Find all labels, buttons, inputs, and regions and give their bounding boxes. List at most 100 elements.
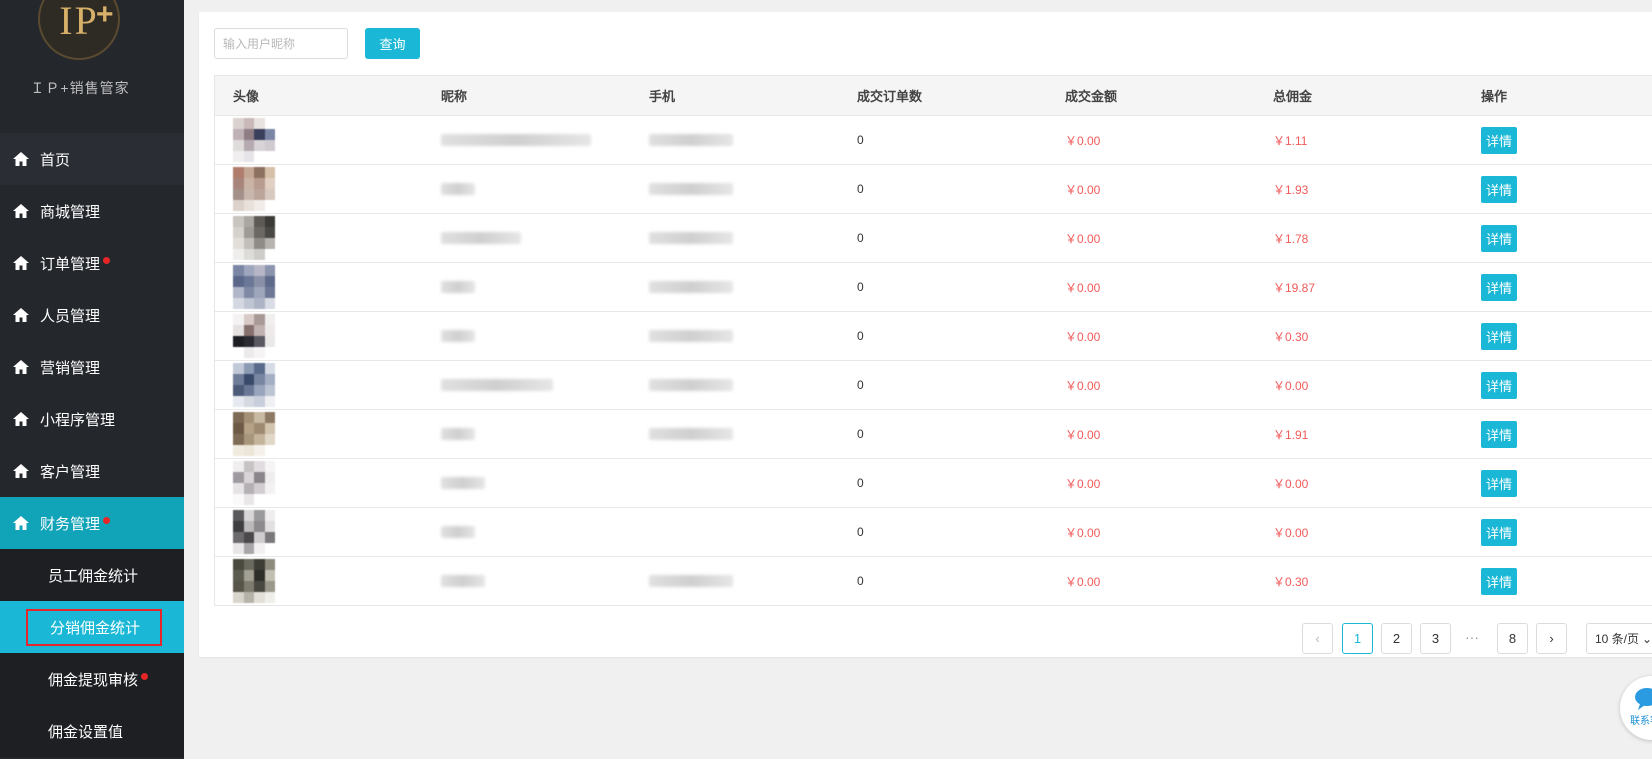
submenu-item-1[interactable]: 分销佣金统计 [0, 601, 184, 653]
detail-button[interactable]: 详情 [1481, 322, 1518, 350]
home-icon [12, 306, 30, 324]
avatar-cell [215, 214, 423, 262]
obscured-nickname [441, 281, 475, 293]
detail-button[interactable]: 详情 [1481, 420, 1518, 448]
customer-service-button[interactable]: 联系客服 [1620, 676, 1652, 740]
phone-cell [631, 312, 839, 360]
submenu-item-0[interactable]: 员工佣金统计 [0, 549, 184, 601]
home-icon [12, 358, 30, 376]
page-size-label: 10 条/页 [1595, 632, 1640, 646]
prev-page-button[interactable]: ‹ [1302, 623, 1333, 654]
avatar [233, 461, 275, 505]
page-button-2[interactable]: 2 [1381, 623, 1412, 654]
notification-dot [103, 256, 111, 264]
avatar-cell [215, 165, 423, 213]
submenu-item-3[interactable]: 佣金设置值 [0, 705, 184, 757]
amount-cell: ￥0.00 [1065, 525, 1101, 540]
orders-cell: 0 [857, 329, 864, 343]
notification-dot [103, 516, 111, 524]
detail-button[interactable]: 详情 [1481, 371, 1518, 399]
avatar [233, 216, 275, 260]
sidebar-item-7[interactable]: 财务管理 [0, 497, 184, 549]
home-icon [12, 254, 30, 272]
nickname-cell [423, 459, 631, 507]
submenu-item-label: 佣金提现审核 [48, 671, 139, 689]
next-page-button[interactable]: › [1536, 623, 1567, 654]
orders-cell: 0 [857, 280, 864, 294]
obscured-phone [649, 575, 733, 587]
sidebar-item-2[interactable]: 订单管理 [0, 237, 184, 289]
finance-submenu: 员工佣金统计分销佣金统计佣金提现审核佣金设置值 [0, 549, 184, 757]
table-header: 头像 昵称 手机 成交订单数 成交金额 总佣金 操作 [215, 76, 1652, 115]
detail-button[interactable]: 详情 [1481, 126, 1518, 154]
commission-cell: ￥1.93 [1273, 182, 1309, 197]
table-row: 0 ￥0.00 ￥1.91 详情 [215, 409, 1652, 458]
avatar [233, 559, 275, 603]
obscured-phone [649, 330, 733, 342]
orders-cell: 0 [857, 182, 864, 196]
customer-service-label: 联系客服 [1630, 716, 1652, 727]
column-header: 成交金额 [1065, 89, 1118, 104]
table-row: 0 ￥0.00 ￥0.00 详情 [215, 458, 1652, 507]
avatar [233, 265, 275, 309]
detail-button[interactable]: 详情 [1481, 469, 1518, 497]
action-cell: 详情 [1463, 165, 1652, 213]
obscured-nickname [441, 526, 475, 538]
phone-cell [631, 214, 839, 262]
avatar [233, 412, 275, 456]
home-icon [12, 462, 30, 480]
submenu-item-2[interactable]: 佣金提现审核 [0, 653, 184, 705]
detail-button[interactable]: 详情 [1481, 567, 1518, 595]
sidebar-item-3[interactable]: 人员管理 [0, 289, 184, 341]
obscured-phone [649, 379, 733, 391]
page-button-3[interactable]: 3 [1420, 623, 1451, 654]
commission-cell: ￥1.11 [1273, 133, 1308, 148]
action-cell: 详情 [1463, 361, 1652, 409]
query-button[interactable]: 查询 [365, 28, 420, 59]
phone-cell [631, 116, 839, 164]
content-panel: 查询 头像 昵称 手机 成交订单数 成交金额 总佣金 操作 0 ￥0.00 ￥1.11 详情 0 ￥0… [199, 12, 1652, 657]
sidebar-item-label: 首页 [40, 151, 71, 169]
detail-button[interactable]: 详情 [1481, 224, 1518, 252]
sidebar-item-label: 商城管理 [40, 203, 101, 221]
detail-button[interactable]: 详情 [1481, 518, 1518, 546]
detail-button[interactable]: 详情 [1481, 273, 1518, 301]
amount-cell: ￥0.00 [1065, 378, 1101, 393]
sidebar-item-4[interactable]: 营销管理 [0, 341, 184, 393]
submenu-item-label: 员工佣金统计 [48, 567, 139, 585]
chevron-down-icon: ⌄ [1642, 631, 1652, 646]
detail-button[interactable]: 详情 [1481, 175, 1518, 203]
avatar-cell [215, 361, 423, 409]
column-header: 成交订单数 [857, 89, 923, 104]
chat-bubble-icon [1635, 688, 1652, 710]
obscured-phone [649, 134, 733, 146]
nickname-cell [423, 214, 631, 262]
page-button-1[interactable]: 1 [1342, 623, 1373, 654]
obscured-phone [649, 281, 733, 293]
nickname-search-input[interactable] [214, 28, 348, 59]
page-size-select[interactable]: 10 条/页 ⌄ [1586, 623, 1652, 654]
obscured-nickname [441, 428, 475, 440]
logo-text: IP [59, 0, 99, 43]
column-header: 头像 [233, 89, 260, 104]
obscured-nickname [441, 183, 475, 195]
sidebar-item-0[interactable]: 首页 [0, 133, 184, 185]
avatar [233, 118, 275, 162]
pagination-ellipsis: ··· [1465, 629, 1479, 645]
commission-cell: ￥0.30 [1273, 574, 1309, 589]
sidebar-item-6[interactable]: 客户管理 [0, 445, 184, 497]
nickname-cell [423, 557, 631, 605]
action-cell: 详情 [1463, 263, 1652, 311]
amount-cell: ￥0.00 [1065, 329, 1101, 344]
avatar [233, 314, 275, 358]
table-row: 0 ￥0.00 ￥0.30 详情 [215, 311, 1652, 360]
home-icon [12, 410, 30, 428]
commission-cell: ￥0.00 [1273, 476, 1309, 491]
page-button-last[interactable]: 8 [1497, 623, 1528, 654]
sidebar-item-1[interactable]: 商城管理 [0, 185, 184, 237]
nav-list: 首页商城管理订单管理 人员管理 营销管理 小程序管理 客户管理 财务管理 [0, 133, 184, 549]
obscured-nickname [441, 379, 553, 391]
sidebar-item-5[interactable]: 小程序管理 [0, 393, 184, 445]
home-icon [12, 202, 30, 220]
phone-cell [631, 361, 839, 409]
